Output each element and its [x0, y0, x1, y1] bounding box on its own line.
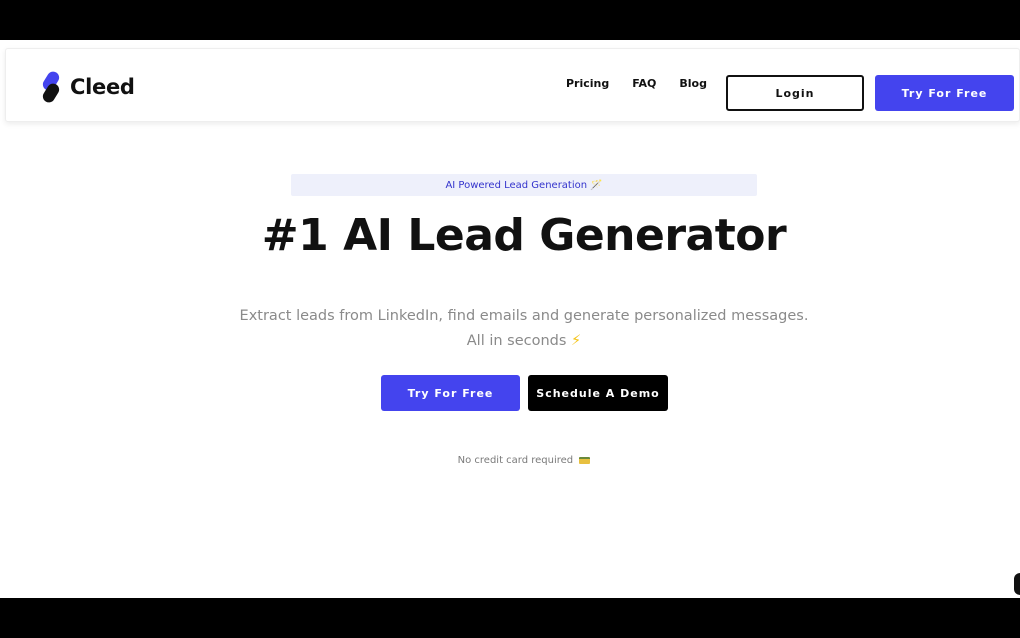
hero-subtitle-line2-row: All in seconds ⚡ — [0, 329, 1020, 354]
lightning-icon: ⚡ — [571, 333, 582, 349]
hero-subtitle-line2: All in seconds — [466, 333, 567, 349]
brand-name: Cleed — [70, 75, 135, 99]
hero-title: #1 AI Lead Generator — [261, 210, 787, 261]
nav-link-pricing[interactable]: Pricing — [566, 77, 609, 90]
nav-links: Pricing FAQ Blog — [566, 77, 730, 90]
side-widget-handle[interactable] — [1014, 573, 1020, 595]
schedule-demo-button[interactable]: Schedule A Demo — [528, 375, 668, 411]
brand[interactable]: Cleed — [38, 69, 135, 105]
nav-link-blog[interactable]: Blog — [679, 77, 707, 90]
hero-badge: AI Powered Lead Generation 🪄 — [291, 174, 757, 196]
credit-card-icon — [579, 456, 591, 464]
letterbox-bottom — [0, 598, 1020, 638]
hero-try-free-button[interactable]: Try For Free — [381, 375, 520, 411]
letterbox-top — [0, 0, 1020, 40]
hero-badge-text: AI Powered Lead Generation — [445, 179, 588, 191]
login-button[interactable]: Login — [726, 75, 864, 111]
navbar: Cleed Pricing FAQ Blog Login Try For Fre… — [5, 48, 1020, 122]
landing-page: Cleed Pricing FAQ Blog Login Try For Fre… — [0, 40, 1020, 598]
magic-wand-icon: 🪄 — [590, 179, 603, 191]
no-credit-card-note: No credit card required — [0, 455, 1020, 466]
nav-try-free-button[interactable]: Try For Free — [875, 75, 1014, 111]
note-text: No credit card required — [457, 455, 574, 466]
hero-subtitle-line1: Extract leads from LinkedIn, find emails… — [239, 308, 809, 324]
cleed-logo-icon — [42, 71, 60, 103]
nav-link-faq[interactable]: FAQ — [632, 77, 656, 90]
hero-subtitle: Extract leads from LinkedIn, find emails… — [0, 304, 1020, 354]
